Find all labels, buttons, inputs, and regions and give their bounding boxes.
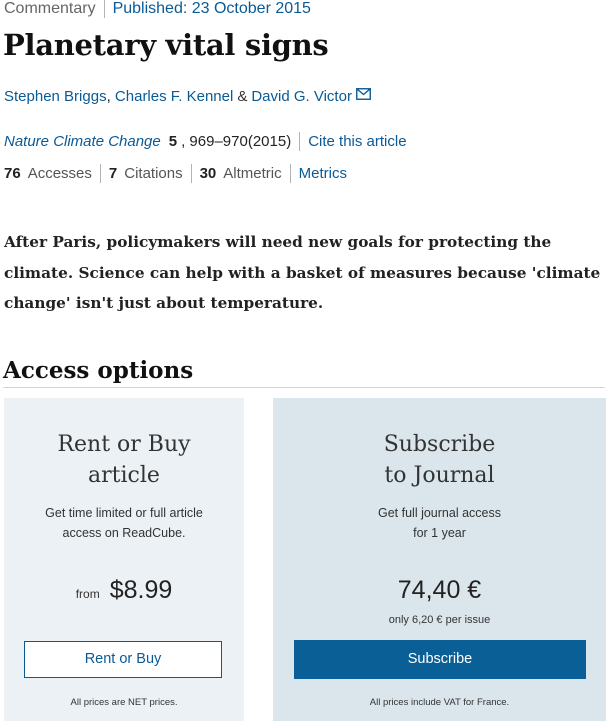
altmetric-count: 30 (199, 165, 217, 182)
volume-number: 5 (168, 133, 178, 150)
article-meta-bar: Commentary Published: 23 October 2015 (4, 0, 311, 18)
subscribe-card-title: Subscribe to Journal (273, 429, 606, 491)
article-title: Planetary vital signs (3, 28, 329, 62)
author-link-victor[interactable]: David G. Victor (251, 88, 352, 105)
author-and: & (237, 88, 248, 105)
subscribe-card: Subscribe to Journal Get full journal ac… (273, 398, 606, 721)
citations-label: Citations (124, 165, 183, 182)
divider (103, 0, 105, 18)
subscribe-title-line2: to Journal (384, 463, 495, 488)
published-date: Published: 23 October 2015 (112, 0, 311, 17)
subscribe-card-description: Get full journal access for 1 year (273, 503, 606, 543)
price-prefix: from (75, 587, 100, 601)
journal-name-link[interactable]: Nature Climate Change (4, 133, 161, 150)
author-separator: , (106, 88, 115, 105)
subscribe-price: 74,40 € (397, 576, 482, 604)
rent-title-line1: Rent or Buy (57, 432, 191, 457)
per-issue-note: only 6,20 € per issue (388, 614, 491, 626)
rent-or-buy-card: Rent or Buy article Get time limited or … (4, 398, 244, 721)
citations-count: 7 (108, 165, 118, 182)
author-link-briggs[interactable]: Stephen Briggs (4, 88, 107, 105)
article-type: Commentary (4, 0, 96, 17)
divider (99, 164, 101, 183)
rent-price-value: $8.99 (109, 576, 173, 604)
subscribe-button[interactable]: Subscribe (294, 640, 586, 679)
accesses-count: 76 (4, 165, 21, 182)
access-options-heading: Access options (3, 357, 194, 384)
author-list: Stephen Briggs , Charles F. Kennel & Dav… (4, 87, 371, 105)
citation-line: Nature Climate Change 5 , 969–970(2015) … (4, 132, 407, 151)
subscribe-desc-line2: for 1 year (413, 526, 466, 540)
rent-price: from $8.99 (4, 576, 244, 605)
rent-desc-line1: Get time limited or full article (45, 506, 203, 520)
article-abstract: After Paris, policymakers will need new … (4, 233, 601, 312)
page-range: , 969–970(2015) (181, 133, 292, 150)
section-divider (3, 387, 605, 388)
author-link-kennel[interactable]: Charles F. Kennel (115, 88, 233, 105)
rent-card-title: Rent or Buy article (4, 429, 244, 491)
rent-title-line2: article (88, 463, 160, 488)
subscribe-title-line1: Subscribe (383, 432, 496, 457)
rent-desc-line2: access on ReadCube. (62, 526, 186, 540)
subscribe-fine-print: All prices include VAT for France. (369, 697, 510, 708)
rent-fine-print: All prices are NET prices. (70, 697, 178, 708)
metrics-bar: 76 Accesses 7 Citations 30 Altmetric Met… (4, 164, 347, 183)
divider (299, 132, 301, 151)
altmetric-label: Altmetric (223, 165, 282, 182)
rent-or-buy-button[interactable]: Rent or Buy (24, 641, 222, 678)
accesses-label: Accesses (27, 165, 92, 182)
rent-card-description: Get time limited or full article access … (4, 503, 244, 543)
divider (190, 164, 192, 183)
subscribe-desc-line1: Get full journal access (378, 506, 501, 520)
email-icon[interactable] (355, 87, 371, 100)
metrics-link[interactable]: Metrics (299, 165, 347, 182)
divider (289, 164, 291, 183)
cite-this-article-link[interactable]: Cite this article (308, 133, 406, 150)
